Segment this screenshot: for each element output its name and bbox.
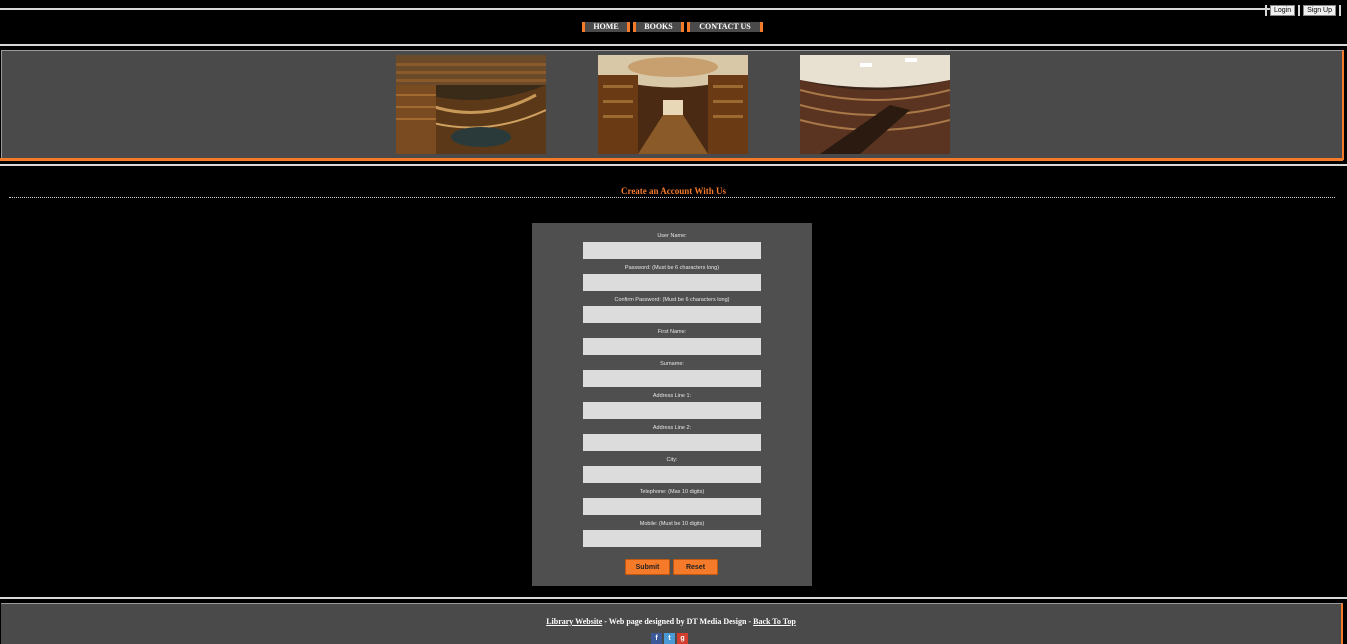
nav-contact-us[interactable]: CONTACT US: [687, 22, 763, 32]
registration-form: User Name: Password: (Must be 6 characte…: [532, 223, 812, 586]
main-nav: HOME BOOKS CONTACT US: [582, 22, 763, 32]
nav-home[interactable]: HOME: [582, 22, 630, 32]
library-photo-2: [598, 55, 748, 154]
twitter-icon[interactable]: t: [664, 633, 675, 644]
form-field-mobile: Mobile: (Must be 10 digits): [532, 521, 812, 547]
field-label: User Name:: [657, 233, 687, 239]
top-divider: [0, 8, 1272, 10]
form-field-first-name: First Name:: [532, 329, 812, 355]
form-field-address-1: Address Line 1:: [532, 393, 812, 419]
auth-bar: Login Sign Up: [1264, 5, 1341, 16]
form-actions: Submit Reset: [625, 559, 718, 575]
signup-button[interactable]: Sign Up: [1303, 5, 1336, 16]
mobile-input[interactable]: [583, 530, 761, 547]
field-label: Password: (Must be 6 characters long): [624, 265, 720, 271]
address-line-1-input[interactable]: [583, 402, 761, 419]
username-input[interactable]: [583, 242, 761, 259]
field-label: Address Line 2:: [652, 425, 692, 431]
divider: [1339, 5, 1341, 16]
field-label: First Name:: [657, 329, 687, 335]
library-photo-3: [800, 55, 950, 154]
banner-accent: [0, 158, 1343, 161]
footer: Library Website - Web page designed by D…: [1, 603, 1343, 644]
back-to-top-link[interactable]: Back To Top: [753, 617, 796, 626]
field-label: Address Line 1:: [652, 393, 692, 399]
google-plus-icon[interactable]: g: [677, 633, 688, 644]
address-line-2-input[interactable]: [583, 434, 761, 451]
social-links: f t g: [651, 633, 688, 644]
library-photo-1: [396, 55, 546, 154]
footer-text: Library Website - Web page designed by D…: [1, 617, 1341, 626]
first-name-input[interactable]: [583, 338, 761, 355]
surname-input[interactable]: [583, 370, 761, 387]
form-field-telephone: Telephone: (Max 10 digits): [532, 489, 812, 515]
library-website-link[interactable]: Library Website: [546, 617, 602, 626]
form-field-username: User Name:: [532, 233, 812, 259]
form-field-password: Password: (Must be 6 characters long): [532, 265, 812, 291]
telephone-input[interactable]: [583, 498, 761, 515]
reset-button[interactable]: Reset: [673, 559, 718, 575]
section-divider: [0, 164, 1347, 166]
submit-button[interactable]: Submit: [625, 559, 670, 575]
field-label: Surname:: [660, 361, 684, 367]
form-field-city: City:: [532, 457, 812, 483]
field-label: Confirm Password: (Must be 6 characters …: [614, 297, 730, 303]
header-divider: [0, 44, 1347, 46]
form-field-address-2: Address Line 2:: [532, 425, 812, 451]
login-button[interactable]: Login: [1269, 5, 1296, 16]
facebook-icon[interactable]: f: [651, 633, 662, 644]
field-label: Mobile: (Must be 10 digits): [639, 521, 705, 527]
form-field-confirm-password: Confirm Password: (Must be 6 characters …: [532, 297, 812, 323]
page-title: Create an Account With Us: [620, 186, 726, 196]
divider: [1298, 5, 1301, 16]
field-label: Telephone: (Max 10 digits): [639, 489, 705, 495]
password-input[interactable]: [583, 274, 761, 291]
field-label: City:: [666, 457, 678, 463]
form-field-surname: Surname:: [532, 361, 812, 387]
city-input[interactable]: [583, 466, 761, 483]
footer-divider: [0, 597, 1347, 599]
confirm-password-input[interactable]: [583, 306, 761, 323]
nav-books[interactable]: BOOKS: [633, 22, 684, 32]
image-banner: [1, 50, 1344, 160]
dotted-divider: [9, 197, 1335, 198]
footer-credit: - Web page designed by DT Media Design -: [602, 617, 754, 626]
divider: [1264, 5, 1267, 16]
